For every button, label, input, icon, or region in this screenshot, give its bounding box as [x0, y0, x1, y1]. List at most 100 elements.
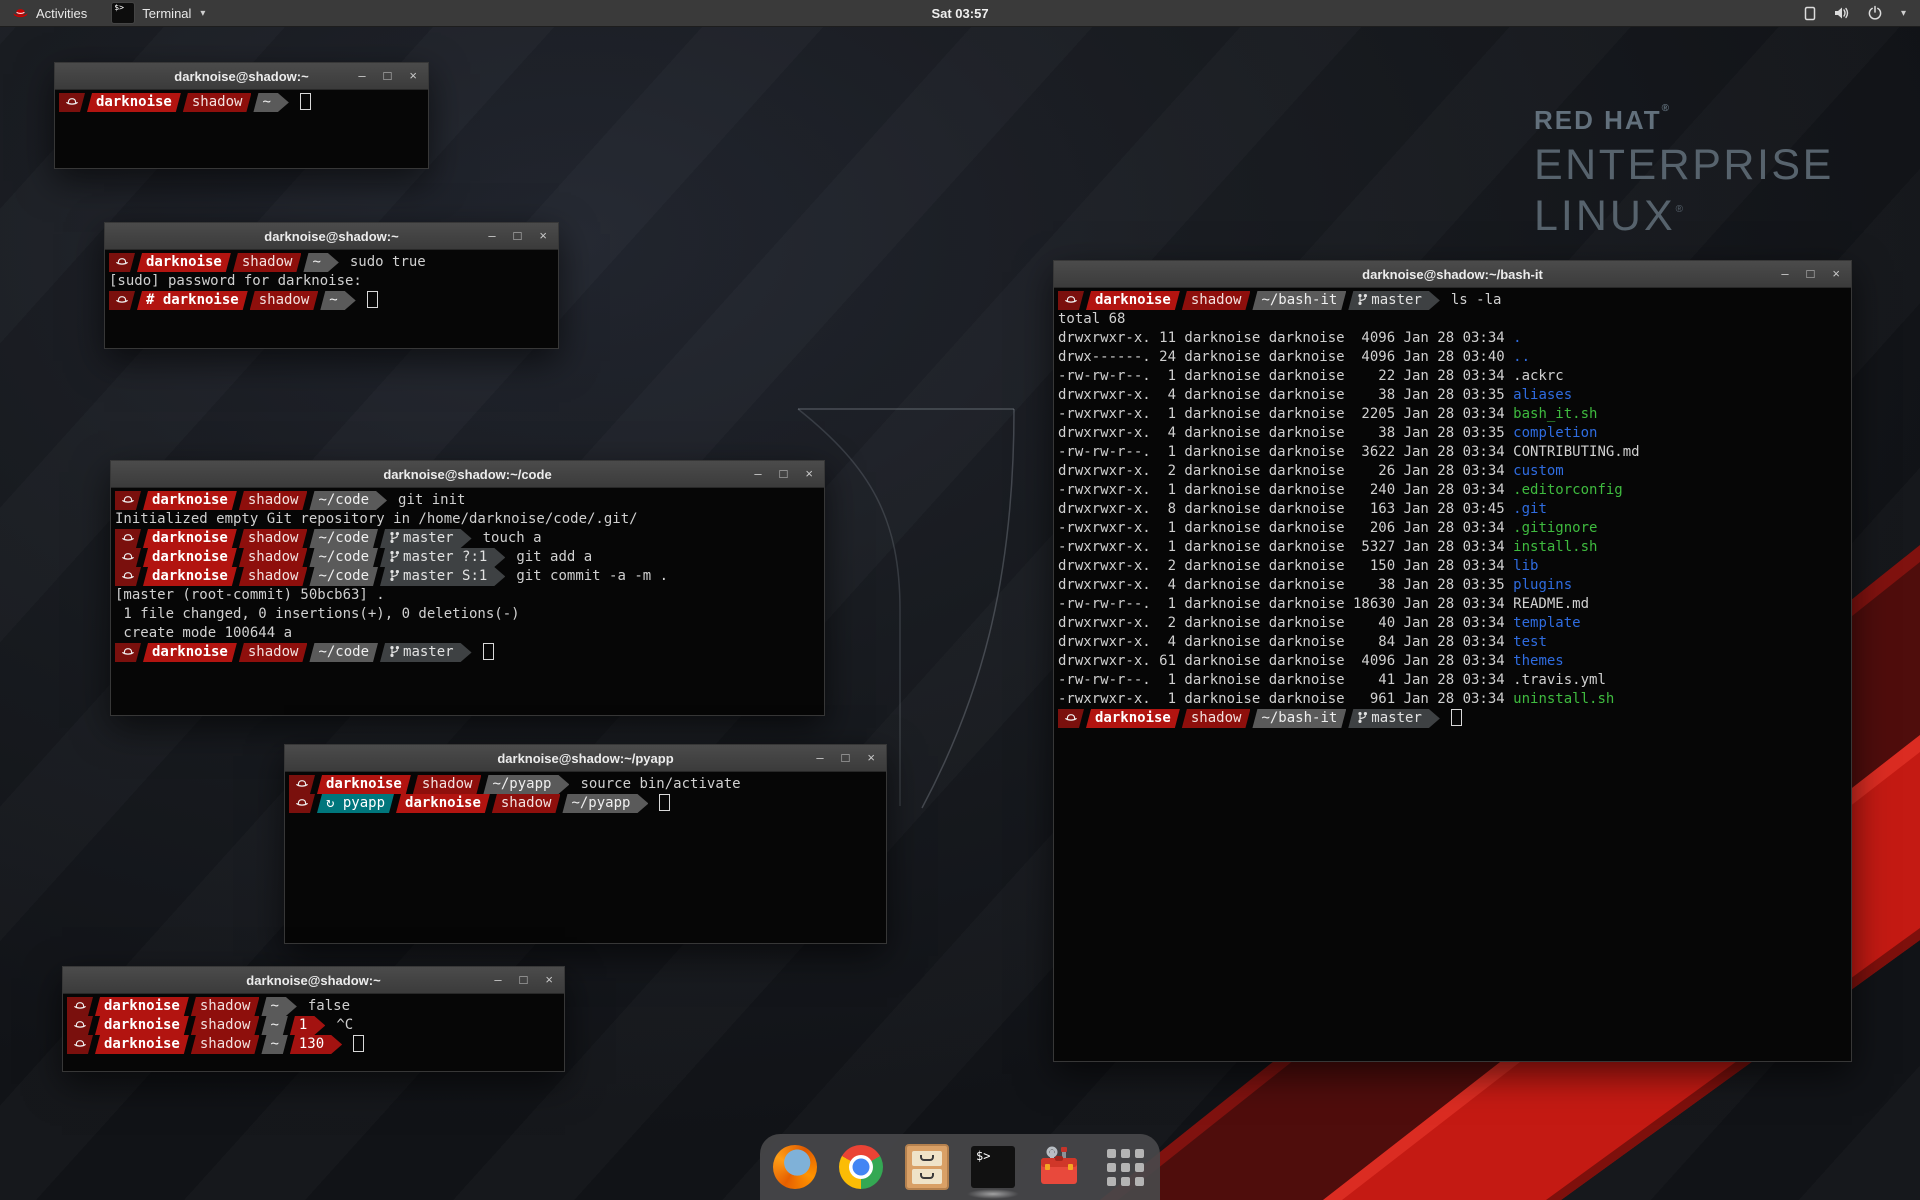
terminal-text: drwxrwxr-x. 61 darknoise darknoise 4096 …: [1058, 653, 1513, 669]
terminal-text: -rw-rw-r--. 1 darknoise darknoise 3622 J…: [1058, 444, 1640, 460]
terminal-content[interactable]: darknoiseshadow~false darknoiseshadow~1 ^C…: [63, 994, 564, 1054]
battery-icon: [1803, 5, 1817, 21]
maximize-icon[interactable]: □: [514, 223, 522, 249]
maximize-icon[interactable]: □: [1807, 261, 1815, 287]
prompt-segment-host: shadow: [239, 548, 308, 567]
prompt-segment-exit: 1: [290, 1016, 325, 1035]
dock-item-firefox[interactable]: [772, 1144, 818, 1190]
terminal-line: 1 file changed, 0 insertions(+), 0 delet…: [115, 605, 824, 624]
terminal-text: ..: [1513, 349, 1530, 365]
redhat-fedora-icon: [59, 93, 85, 112]
terminal-line: darknoiseshadow~/codemaster: [115, 643, 824, 662]
terminal-line: -rwxrwxr-x. 1 darknoise darknoise 5327 J…: [1058, 538, 1851, 557]
terminal-window-sudo: darknoise@shadow:~ – □ × darknoiseshadow…: [104, 222, 559, 349]
terminal-content[interactable]: darknoiseshadow~/codegit initInitialized…: [111, 488, 824, 662]
titlebar[interactable]: darknoise@shadow:~ – □ ×: [105, 223, 558, 250]
prompt-segment-user: darknoise: [95, 1035, 189, 1054]
terminal-content[interactable]: darknoiseshadow~: [55, 90, 428, 112]
prompt-segment-branch: master: [380, 643, 472, 662]
terminal-text: create mode 100644 a: [115, 625, 292, 641]
terminal-line: darknoiseshadow~/bash-itmaster: [1058, 709, 1851, 728]
prompt-segment-branch: master: [380, 529, 472, 548]
terminal-line: [sudo] password for darknoise:: [109, 272, 558, 291]
maximize-icon[interactable]: □: [520, 967, 528, 993]
terminal-line: darknoiseshadow~false: [67, 997, 564, 1016]
terminal-text: plugins: [1513, 577, 1572, 593]
minimize-icon[interactable]: –: [1781, 261, 1788, 287]
prompt-segment-path: ~/pyapp: [562, 794, 648, 813]
dock-item-files[interactable]: [904, 1144, 950, 1190]
terminal-text: -rwxrwxr-x. 1 darknoise darknoise 5327 J…: [1058, 539, 1513, 555]
redhat-fedora-icon: [115, 643, 141, 662]
volume-icon: [1833, 5, 1851, 21]
terminal-text: test: [1513, 634, 1547, 650]
minimize-icon[interactable]: –: [494, 967, 501, 993]
titlebar[interactable]: darknoise@shadow:~/pyapp – □ ×: [285, 745, 886, 772]
maximize-icon[interactable]: □: [842, 745, 850, 771]
command-text: git commit -a -m .: [516, 568, 668, 584]
titlebar[interactable]: darknoise@shadow:~ – □ ×: [55, 63, 428, 90]
command-text: ^C: [336, 1017, 353, 1033]
clock[interactable]: Sat 03:57: [0, 6, 1920, 21]
minimize-icon[interactable]: –: [816, 745, 823, 771]
dock-item-app-grid[interactable]: [1102, 1144, 1148, 1190]
terminal-line: drwxrwxr-x. 4 darknoise darknoise 38 Jan…: [1058, 386, 1851, 405]
terminal-text: drwxrwxr-x. 4 darknoise darknoise 38 Jan…: [1058, 577, 1513, 593]
dock-item-terminal[interactable]: $>: [970, 1144, 1016, 1190]
prompt-segment-host: shadow: [413, 775, 482, 794]
close-icon[interactable]: ×: [867, 745, 875, 771]
activities-button[interactable]: Activities: [0, 0, 99, 26]
power-icon: [1867, 5, 1883, 21]
terminal-content[interactable]: darknoiseshadow~/pyappsource bin/activat…: [285, 772, 886, 813]
files-icon: [905, 1144, 949, 1190]
close-icon[interactable]: ×: [805, 461, 813, 487]
minimize-icon[interactable]: –: [754, 461, 761, 487]
minimize-icon[interactable]: –: [488, 223, 495, 249]
prompt-segment-user: darknoise: [1086, 709, 1180, 728]
terminal-line: darknoiseshadow~/pyappsource bin/activat…: [289, 775, 886, 794]
prompt-segment-user: darknoise: [143, 548, 237, 567]
app-grid-icon: [1107, 1149, 1144, 1186]
prompt-segment-host: shadow: [239, 567, 308, 586]
titlebar[interactable]: darknoise@shadow:~/bash-it – □ ×: [1054, 261, 1851, 288]
prompt-segment-path: ~/code: [309, 567, 378, 586]
toolbox-icon: [1036, 1144, 1082, 1190]
app-menu-button[interactable]: $> Terminal ▾: [99, 0, 217, 26]
close-icon[interactable]: ×: [409, 63, 417, 89]
prompt-segment-host: shadow: [492, 794, 561, 813]
prompt-segment-host: shadow: [250, 291, 319, 310]
prompt-segment-path: ~/pyapp: [483, 775, 569, 794]
prompt-segment-path: ~: [261, 1035, 287, 1054]
maximize-icon[interactable]: □: [780, 461, 788, 487]
terminal-line: -rw-rw-r--. 1 darknoise darknoise 22 Jan…: [1058, 367, 1851, 386]
titlebar[interactable]: darknoise@shadow:~ – □ ×: [63, 967, 564, 994]
prompt-segment-host: shadow: [233, 253, 302, 272]
dock-item-chrome[interactable]: [838, 1144, 884, 1190]
close-icon[interactable]: ×: [1832, 261, 1840, 287]
maximize-icon[interactable]: □: [384, 63, 392, 89]
close-icon[interactable]: ×: [545, 967, 553, 993]
prompt-segment-branch: master ?:1: [380, 548, 505, 567]
terminal-content[interactable]: darknoiseshadow~sudo true[sudo] password…: [105, 250, 558, 310]
running-app-indicator: [967, 1189, 1019, 1199]
system-status-area[interactable]: ▾: [1803, 0, 1920, 26]
terminal-line: -rw-rw-r--. 1 darknoise darknoise 18630 …: [1058, 595, 1851, 614]
redhat-fedora-icon: [109, 253, 135, 272]
terminal-app-icon: $>: [111, 2, 135, 24]
terminal-line: drwxrwxr-x. 61 darknoise darknoise 4096 …: [1058, 652, 1851, 671]
prompt-segment-path: ~/code: [309, 643, 378, 662]
terminal-window-bash-it: darknoise@shadow:~/bash-it – □ × darknoi…: [1053, 260, 1852, 1062]
titlebar[interactable]: darknoise@shadow:~/code – □ ×: [111, 461, 824, 488]
terminal-text: .: [1513, 330, 1521, 346]
terminal-line: total 68: [1058, 310, 1851, 329]
terminal-text: lib: [1513, 558, 1538, 574]
close-icon[interactable]: ×: [539, 223, 547, 249]
minimize-icon[interactable]: –: [358, 63, 365, 89]
prompt-segment-host: shadow: [191, 1035, 260, 1054]
terminal-content[interactable]: darknoiseshadow~/bash-itmasterls -latota…: [1054, 288, 1851, 728]
dock-item-toolbox[interactable]: [1036, 1144, 1082, 1190]
redhat-enterprise-linux-watermark: RED HAT® ENTERPRISE LINUX®: [1534, 104, 1834, 238]
terminal-line: drwxrwxr-x. 2 darknoise darknoise 40 Jan…: [1058, 614, 1851, 633]
prompt-segment-path: ~: [253, 93, 288, 112]
terminal-line: drwxrwxr-x. 4 darknoise darknoise 84 Jan…: [1058, 633, 1851, 652]
